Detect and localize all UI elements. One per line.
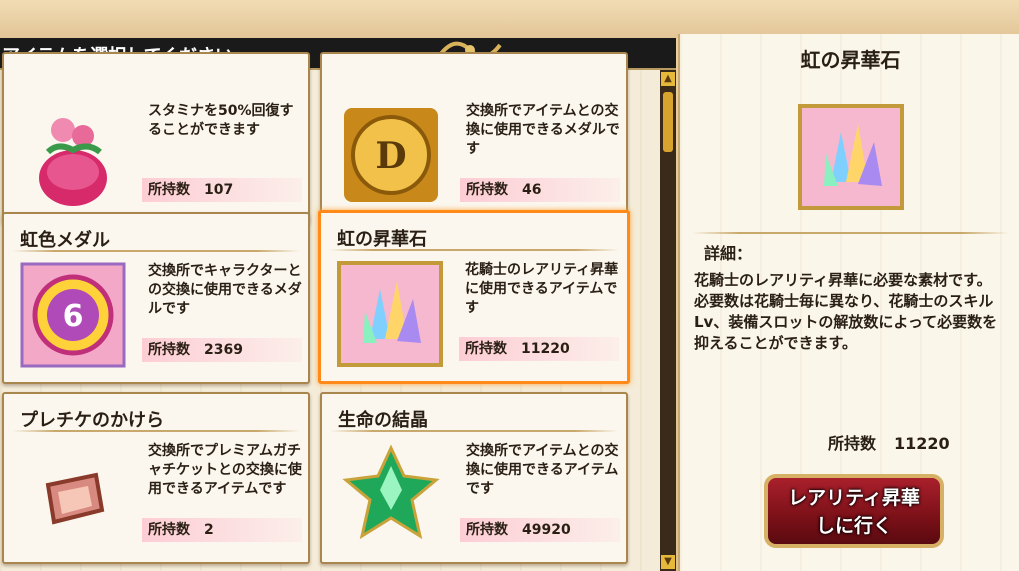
item-detail-panel: 虹の昇華石 詳細： 花騎士のレアリティ昇華に必要な素材です。 必要数は花騎士毎に… (678, 34, 1019, 571)
divider (330, 430, 618, 432)
d-medal-icon: D (344, 108, 438, 202)
svg-text:D: D (375, 135, 406, 177)
divider (692, 232, 1009, 234)
item-card[interactable]: プレチケのかけら 交換所でプレミアムガチャチケットとの交換に使用できるアイテムで… (2, 392, 310, 564)
item-description: 交換所でアイテムとの交換に使用できるアイテムです (466, 443, 619, 497)
svg-text:6: 6 (63, 299, 84, 334)
stamina-potion-icon (39, 118, 107, 206)
scroll-down-icon[interactable]: ▼ (661, 555, 675, 569)
count-label: 所持数 (828, 434, 877, 453)
count-value: 11220 (894, 434, 950, 453)
detail-label: 詳細： (704, 244, 753, 263)
count-label: 所持数 (466, 522, 508, 538)
item-description: 交換所でキャラクターとの交換に使用できるメダルです (148, 263, 302, 317)
ticket-fragment-icon (45, 472, 105, 525)
count-value: 2369 (204, 342, 243, 358)
item-count: 所持数 49920 (460, 518, 620, 542)
item-count: 所持数 11220 (459, 337, 619, 361)
rarity-upgrade-button[interactable]: レアリティ昇華 しに行く (764, 474, 944, 548)
item-description: 交換所でアイテムとの交換に使用できるメダルです (466, 103, 620, 157)
item-name: 虹色メダル (20, 230, 110, 251)
life-crystal-icon (342, 444, 440, 540)
scroll-thumb[interactable] (663, 92, 673, 152)
item-card[interactable]: D 交換所でアイテムとの交換に使用できるメダルです 所持数 46 (320, 52, 628, 224)
item-list[interactable]: スタミナを50%回復することができます 所持数 107 D 交換所でアイテムとの交… (0, 52, 660, 571)
count-label: 所持数 (148, 342, 190, 358)
divider (12, 250, 300, 252)
count-value: 107 (204, 182, 234, 198)
detail-title: 虹の昇華石 (800, 48, 901, 72)
item-description: 花騎士のレアリティ昇華に使用できるアイテムです (465, 262, 619, 316)
count-value: 49920 (522, 522, 571, 538)
button-line1: レアリティ昇華 (788, 487, 920, 509)
item-name: 生命の結晶 (338, 410, 428, 431)
count-value: 2 (204, 522, 214, 538)
detail-description: 花騎士のレアリティ昇華に必要な素材です。 必要数は花騎士毎に異なり、花騎士のスキ… (694, 271, 998, 352)
count-value: 46 (522, 182, 542, 198)
item-card[interactable]: 虹色メダル 6 交換所でキャラクターとの交換に使用できるメダルです 所持数 236… (2, 212, 310, 384)
button-line2: しに行く (815, 515, 892, 537)
rainbow-medal-icon: 6 (20, 262, 126, 368)
item-card[interactable]: 生命の結晶 交換所でアイテムとの交換に使用できるアイテムです 所持数 49920 (320, 392, 628, 564)
count-label: 所持数 (148, 182, 190, 198)
item-card[interactable]: スタミナを50%回復することができます 所持数 107 (2, 52, 310, 224)
item-card-selected[interactable]: 虹の昇華石 花騎士のレアリティ昇華に使用できるアイテムです 所持数 11220 (318, 210, 630, 384)
detail-count: 所持数 11220 (828, 430, 950, 454)
item-count: 所持数 107 (142, 178, 302, 202)
item-name: 虹の昇華石 (337, 229, 427, 250)
item-name: プレチケのかけら (20, 410, 164, 431)
item-description: スタミナを50%回復することができます (148, 103, 294, 138)
item-count: 所持数 2 (142, 518, 302, 542)
rainbow-crystal-icon (337, 261, 443, 367)
scroll-up-icon[interactable]: ▲ (661, 72, 675, 86)
count-label: 所持数 (148, 522, 190, 538)
item-description: 交換所でプレミアムガチャチケットとの交換に使用できるアイテムです (148, 443, 302, 497)
list-scrollbar[interactable]: ▲ ▼ (660, 70, 676, 571)
item-count: 所持数 2369 (142, 338, 302, 362)
count-label: 所持数 (465, 341, 507, 357)
divider (12, 430, 300, 432)
rainbow-crystal-icon (798, 104, 904, 210)
divider (329, 249, 619, 251)
item-count: 所持数 46 (460, 178, 620, 202)
count-label: 所持数 (466, 182, 508, 198)
count-value: 11220 (521, 341, 570, 357)
